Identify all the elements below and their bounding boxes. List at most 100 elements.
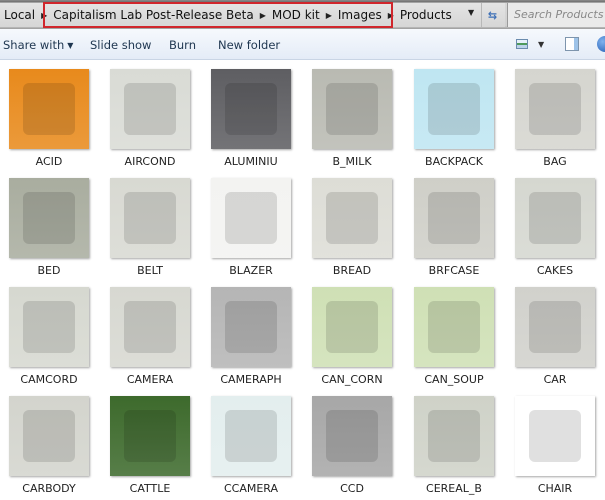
file-thumbnail [9, 178, 89, 258]
file-name: CATTLE [129, 482, 171, 495]
file-thumbnail [414, 287, 494, 367]
thumbnail-image [529, 83, 581, 135]
share-with-button[interactable]: Share with ▼ [3, 38, 73, 52]
file-item[interactable]: BREAD [303, 170, 404, 279]
breadcrumb-products[interactable]: Products [396, 8, 456, 22]
thumbnail-image [124, 83, 176, 135]
thumbnail-image [428, 410, 480, 462]
file-name: CAN_CORN [321, 373, 383, 386]
thumbnail-image [225, 301, 277, 353]
file-item[interactable]: BLAZER [202, 170, 303, 279]
thumbnail-image [529, 301, 581, 353]
preview-pane-icon[interactable] [565, 37, 579, 51]
file-name: BREAD [332, 264, 372, 277]
address-bar: Local ▶ Capitalism Lab Post-Release Beta… [0, 0, 605, 29]
change-view-icon[interactable] [516, 39, 528, 49]
file-name: CAMERAPH [220, 373, 282, 386]
file-item[interactable]: AIRCOND [101, 61, 202, 170]
file-item[interactable]: CAR [506, 279, 605, 388]
file-item[interactable]: CARBODY [0, 388, 101, 497]
file-thumbnail [312, 287, 392, 367]
file-name: CAN_SOUP [424, 373, 484, 386]
address-history-dropdown-icon[interactable]: ▼ [468, 8, 474, 17]
file-name: BACKPACK [425, 155, 483, 168]
file-grid: ACID AIRCOND ALUMINIU B_MILK BACKPACK BAG BED B… [0, 61, 605, 500]
thumbnail-image [326, 83, 378, 135]
file-item[interactable]: CAN_CORN [303, 279, 404, 388]
breadcrumb-capitalism-lab[interactable]: Capitalism Lab Post-Release Beta [49, 8, 257, 22]
file-name: BRFCASE [428, 264, 480, 277]
breadcrumb-separator-icon[interactable]: ▶ [258, 11, 268, 20]
file-thumbnail [211, 178, 291, 258]
file-item[interactable]: CAN_SOUP [405, 279, 506, 388]
file-item[interactable]: BRFCASE [405, 170, 506, 279]
view-options-dropdown-icon[interactable]: ▼ [538, 40, 544, 49]
file-item[interactable]: BELT [101, 170, 202, 279]
thumbnail-image [23, 192, 75, 244]
file-name: CEREAL_B [426, 482, 482, 495]
refresh-icon: ⇆ [487, 8, 498, 22]
thumbnail-image [23, 83, 75, 135]
search-input[interactable]: Search Products [507, 3, 605, 27]
file-name: ALUMINIU [224, 155, 278, 168]
breadcrumb-separator-icon[interactable]: ▶ [386, 11, 396, 20]
new-folder-button[interactable]: New folder [218, 38, 280, 52]
file-thumbnail [110, 178, 190, 258]
file-thumbnail [110, 69, 190, 149]
thumbnail-image [225, 83, 277, 135]
file-name: CAKES [536, 264, 574, 277]
file-thumbnail [9, 287, 89, 367]
breadcrumb-images[interactable]: Images [334, 8, 386, 22]
file-name: BED [37, 264, 61, 277]
thumbnail-image [326, 410, 378, 462]
thumbnail-image [124, 301, 176, 353]
file-thumbnail [9, 69, 89, 149]
refresh-button[interactable]: ⇆ [481, 3, 503, 27]
file-item[interactable]: CAMERA [101, 279, 202, 388]
file-thumbnail [515, 69, 595, 149]
file-thumbnail [312, 69, 392, 149]
file-name: ACID [35, 155, 63, 168]
share-with-label: Share with [3, 38, 65, 52]
breadcrumb-local[interactable]: Local [0, 8, 39, 22]
file-item[interactable]: CAKES [506, 170, 605, 279]
breadcrumb[interactable]: Local ▶ Capitalism Lab Post-Release Beta… [0, 3, 505, 27]
file-thumbnail [211, 287, 291, 367]
file-item[interactable]: CAMCORD [0, 279, 101, 388]
file-item[interactable]: CEREAL_B [405, 388, 506, 497]
burn-button[interactable]: Burn [169, 38, 196, 52]
thumbnail-image [124, 410, 176, 462]
file-name: B_MILK [332, 155, 372, 168]
file-item[interactable]: CAMERAPH [202, 279, 303, 388]
thumbnail-image [23, 410, 75, 462]
file-name: CHAIR [537, 482, 573, 495]
file-item[interactable]: ACID [0, 61, 101, 170]
slide-show-button[interactable]: Slide show [90, 38, 151, 52]
breadcrumb-mod-kit[interactable]: MOD kit [268, 8, 324, 22]
file-item[interactable]: CHAIR [506, 388, 605, 497]
breadcrumb-separator-icon[interactable]: ▶ [324, 11, 334, 20]
breadcrumb-separator-icon[interactable]: ▶ [39, 11, 49, 20]
file-thumbnail [414, 178, 494, 258]
file-thumbnail [515, 287, 595, 367]
help-icon[interactable] [597, 36, 605, 52]
file-thumbnail [414, 69, 494, 149]
file-item[interactable]: BACKPACK [405, 61, 506, 170]
file-item[interactable]: B_MILK [303, 61, 404, 170]
chevron-down-icon: ▼ [67, 41, 74, 50]
file-item[interactable]: ALUMINIU [202, 61, 303, 170]
thumbnail-image [23, 301, 75, 353]
file-item[interactable]: CCAMERA [202, 388, 303, 497]
file-thumbnail [515, 396, 595, 476]
thumbnail-image [529, 410, 581, 462]
file-item[interactable]: CCD [303, 388, 404, 497]
file-item[interactable]: BED [0, 170, 101, 279]
file-item[interactable]: BAG [506, 61, 605, 170]
file-item[interactable]: CATTLE [101, 388, 202, 497]
file-thumbnail [312, 396, 392, 476]
thumbnail-image [124, 192, 176, 244]
file-thumbnail [312, 178, 392, 258]
thumbnail-image [326, 301, 378, 353]
file-name: BLAZER [229, 264, 273, 277]
file-name: CARBODY [22, 482, 76, 495]
